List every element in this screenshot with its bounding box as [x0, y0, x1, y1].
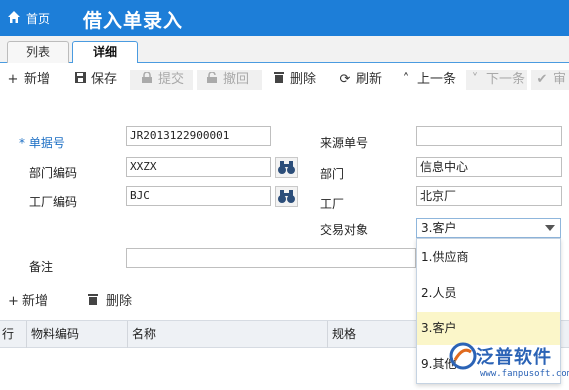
brand-name: 泛普软件: [476, 347, 552, 368]
lock-icon: [140, 70, 154, 90]
trash-icon: [272, 70, 286, 90]
column-header-name[interactable]: 名称: [128, 321, 328, 348]
dept-code-field[interactable]: XXZX: [126, 157, 271, 177]
source-no-label: 来源单号: [320, 136, 369, 150]
counterparty-label: 交易对象: [320, 223, 369, 237]
remark-field[interactable]: [126, 248, 416, 268]
revoke-button[interactable]: 撤回: [197, 70, 262, 90]
brand-logo-icon: [449, 342, 477, 370]
column-header-spec[interactable]: 规格: [328, 321, 418, 348]
column-header-material-code[interactable]: 物料编码: [27, 321, 128, 348]
dept-label: 部门: [320, 167, 345, 181]
dropdown-option[interactable]: 1.供应商: [417, 241, 560, 274]
add-button[interactable]: + 新增: [6, 70, 50, 90]
plant-field[interactable]: 北京厂: [416, 186, 562, 206]
plant-label: 工厂: [320, 197, 345, 211]
refresh-button[interactable]: ⟳ 刷新: [338, 70, 382, 90]
chevron-up-icon: ˄: [402, 72, 410, 87]
dropdown-option[interactable]: 2.人员: [417, 277, 560, 310]
binoculars-icon: [278, 161, 295, 174]
plus-icon: +: [7, 72, 19, 87]
trash-icon: [88, 292, 106, 312]
approve-button[interactable]: ✔ 审: [531, 70, 569, 90]
dept-code-label: 部门编码: [29, 166, 78, 180]
counterparty-select[interactable]: 3.客户: [416, 218, 561, 238]
plant-code-label: 工厂编码: [29, 195, 78, 209]
source-no-field[interactable]: [416, 126, 562, 146]
remark-label: 备注: [29, 260, 54, 274]
detail-delete-button[interactable]: 删除: [88, 292, 132, 312]
page-title: 借入单录入: [83, 10, 184, 32]
toolbar: + 新增 保存 提交 撤回 删除 ⟳ 刷新 ˄ 上一条 ˅ 下一条 ✔ 审: [0, 63, 569, 96]
dept-field[interactable]: 信息中心: [416, 157, 562, 177]
tab-detail[interactable]: 详细: [72, 41, 138, 65]
next-button[interactable]: ˅ 下一条: [466, 70, 527, 90]
doc-no-field[interactable]: JR2013122900001: [126, 126, 271, 146]
detail-add-button[interactable]: + 新增: [8, 292, 48, 312]
plant-lookup-button[interactable]: [275, 186, 298, 207]
brand-url: www.fanpusoft.com: [480, 369, 569, 379]
home-link[interactable]: 首页: [26, 10, 50, 27]
refresh-icon: ⟳: [339, 72, 351, 87]
column-header-row[interactable]: 行: [0, 321, 27, 348]
tab-list[interactable]: 列表: [7, 41, 69, 64]
home-icon[interactable]: [7, 10, 21, 24]
caret-down-icon[interactable]: [545, 225, 555, 231]
save-icon: [73, 70, 87, 90]
plant-code-field[interactable]: BJC: [126, 186, 271, 206]
save-button[interactable]: 保存: [73, 70, 117, 90]
plus-icon: +: [8, 294, 19, 309]
tab-bar: 列表 详细: [0, 36, 569, 65]
doc-no-label: * 单据号: [19, 136, 65, 150]
binoculars-icon: [278, 190, 295, 203]
delete-button[interactable]: 删除: [272, 70, 316, 90]
chevron-down-icon: ˅: [471, 72, 479, 87]
submit-button[interactable]: 提交: [130, 70, 193, 90]
unlock-icon: [205, 70, 219, 90]
check-icon: ✔: [536, 72, 548, 87]
title-bar: 首页 借入单录入: [0, 0, 569, 36]
brand-watermark: 泛普软件 www.fanpusoft.com: [443, 340, 569, 390]
dept-lookup-button[interactable]: [275, 157, 298, 178]
prev-button[interactable]: ˄ 上一条: [399, 70, 456, 90]
